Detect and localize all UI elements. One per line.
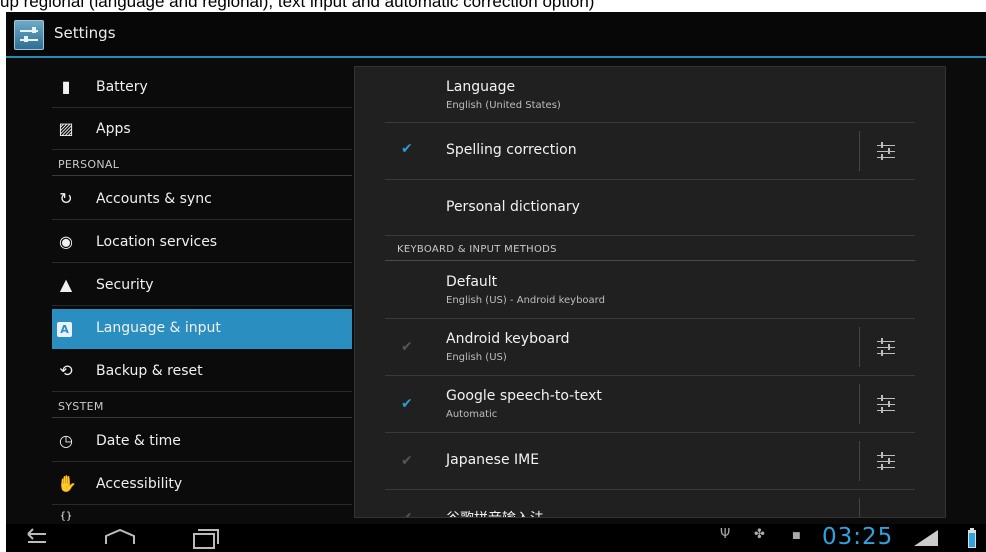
sidebar-item-language-input[interactable]: A Language & input: [52, 309, 352, 349]
setting-title: Spelling correction: [446, 142, 577, 158]
usb-icon: Ψ: [720, 527, 731, 542]
section-header-personal: PERSONAL: [52, 152, 352, 176]
hand-icon: ✋: [57, 474, 77, 493]
sidebar-item-label: Accessibility: [96, 476, 183, 492]
setting-subtitle: English (United States): [446, 100, 561, 111]
sync-icon: ↻: [59, 189, 73, 208]
sidebar-item-label: Location services: [96, 234, 218, 250]
sidebar-item-battery[interactable]: ▮ Battery: [52, 68, 352, 108]
tune-icon[interactable]: [875, 142, 897, 160]
row-divider: [859, 441, 860, 481]
row-divider: [859, 498, 860, 517]
battery-status-icon: [966, 527, 978, 552]
section-header-system: SYSTEM: [52, 394, 352, 418]
setting-japanese-ime[interactable]: ✔ Japanese IME: [385, 433, 915, 490]
sidebar-item-security[interactable]: ▲ Security: [52, 266, 352, 306]
sidebar-item-partial[interactable]: {}: [52, 508, 352, 522]
action-bar: Settings: [6, 12, 986, 58]
setting-title: Language: [446, 79, 516, 95]
setting-spelling-correction[interactable]: ✔ Spelling correction: [385, 123, 915, 180]
battery-icon: ▮: [61, 77, 71, 96]
setting-subtitle: Automatic: [446, 409, 498, 420]
sd-card-icon: ■: [792, 531, 801, 541]
row-divider: [859, 131, 860, 171]
recent-apps-button[interactable]: [186, 526, 226, 550]
wifi-icon: [912, 528, 940, 552]
action-bar-divider: [6, 56, 986, 58]
sidebar-item-label: Accounts & sync: [96, 191, 212, 207]
language-icon: A: [57, 322, 72, 337]
lock-icon: ▲: [59, 275, 73, 294]
sidebar-item-label: Backup & reset: [96, 363, 203, 379]
section-header-label: SYSTEM: [58, 400, 104, 413]
home-icon: [105, 528, 135, 544]
sidebar-item-date-time[interactable]: ◷ Date & time: [52, 422, 352, 462]
setting-title: Japanese IME: [446, 452, 540, 468]
setting-android-keyboard[interactable]: ✔ Android keyboard English (US): [385, 319, 915, 376]
setting-google-speech[interactable]: ✔ Google speech-to-text Automatic: [385, 376, 915, 433]
tune-icon[interactable]: [875, 338, 897, 356]
setting-language[interactable]: Language English (United States): [385, 67, 915, 123]
caption-text: up regional (language and regional), tex…: [0, 0, 986, 12]
checkbox-android-keyboard[interactable]: ✔: [401, 340, 415, 354]
row-divider: [859, 327, 860, 367]
tune-icon[interactable]: [875, 395, 897, 413]
sidebar-item-apps[interactable]: ▨ Apps: [52, 110, 352, 150]
sidebar-item-label: Date & time: [96, 433, 181, 449]
section-header-keyboard: KEYBOARD & INPUT METHODS: [385, 237, 915, 261]
setting-title: Personal dictionary: [446, 199, 580, 215]
checkbox-japanese-ime[interactable]: ✔: [401, 454, 415, 468]
tune-icon[interactable]: [875, 452, 897, 470]
section-header-label: PERSONAL: [58, 158, 120, 171]
sidebar-item-accounts-sync[interactable]: ↻ Accounts & sync: [52, 180, 352, 220]
backup-icon: ⟲: [59, 361, 73, 380]
setting-title: Android keyboard: [446, 331, 570, 347]
sidebar-item-label: Battery: [96, 79, 148, 95]
home-button[interactable]: [100, 526, 140, 550]
back-icon: [27, 528, 46, 543]
setting-personal-dictionary[interactable]: Personal dictionary: [385, 180, 915, 236]
system-bar: Ψ ✤ ■ 03:25: [6, 524, 986, 552]
setting-title: Default: [446, 274, 498, 290]
recent-apps-icon: [193, 529, 219, 549]
back-button[interactable]: [16, 526, 56, 550]
apps-icon: ▨: [58, 119, 74, 138]
setting-title: Google speech-to-text: [446, 388, 602, 404]
checkbox-google-speech[interactable]: ✔: [401, 397, 415, 411]
status-clock[interactable]: 03:25: [822, 524, 893, 550]
setting-subtitle: English (US): [446, 352, 507, 363]
setting-title: 谷歌拼音输入法: [446, 508, 544, 517]
location-icon: ◉: [59, 232, 73, 251]
setting-default-keyboard[interactable]: Default English (US) - Android keyboard: [385, 262, 915, 319]
sidebar-item-label: Security: [96, 277, 154, 293]
sidebar-item-backup-reset[interactable]: ⟲ Backup & reset: [52, 352, 352, 392]
page-title: Settings: [54, 24, 116, 42]
row-divider: [859, 384, 860, 424]
settings-icon[interactable]: [14, 20, 44, 50]
checkbox-spelling-correction[interactable]: ✔: [401, 142, 415, 156]
language-input-panel: Language English (United States) ✔ Spell…: [354, 66, 946, 518]
android-debug-icon: ✤: [754, 527, 765, 542]
sidebar-item-label: Apps: [96, 121, 131, 137]
sidebar-item-location[interactable]: ◉ Location services: [52, 223, 352, 263]
section-header-label: KEYBOARD & INPUT METHODS: [397, 244, 557, 255]
settings-categories: ▮ Battery ▨ Apps PERSONAL ↻ Accounts & s…: [6, 64, 352, 522]
tablet-screen: Settings ▮ Battery ▨ Apps PERSONAL ↻ Acc…: [6, 12, 986, 552]
setting-subtitle: English (US) - Android keyboard: [446, 295, 605, 306]
sidebar-item-accessibility[interactable]: ✋ Accessibility: [52, 465, 352, 505]
checkbox-chinese-ime[interactable]: ✔: [401, 511, 415, 517]
sidebar-item-label: Language & input: [96, 320, 221, 336]
setting-chinese-ime[interactable]: ✔ 谷歌拼音输入法: [385, 490, 915, 517]
clock-icon: ◷: [59, 431, 73, 450]
